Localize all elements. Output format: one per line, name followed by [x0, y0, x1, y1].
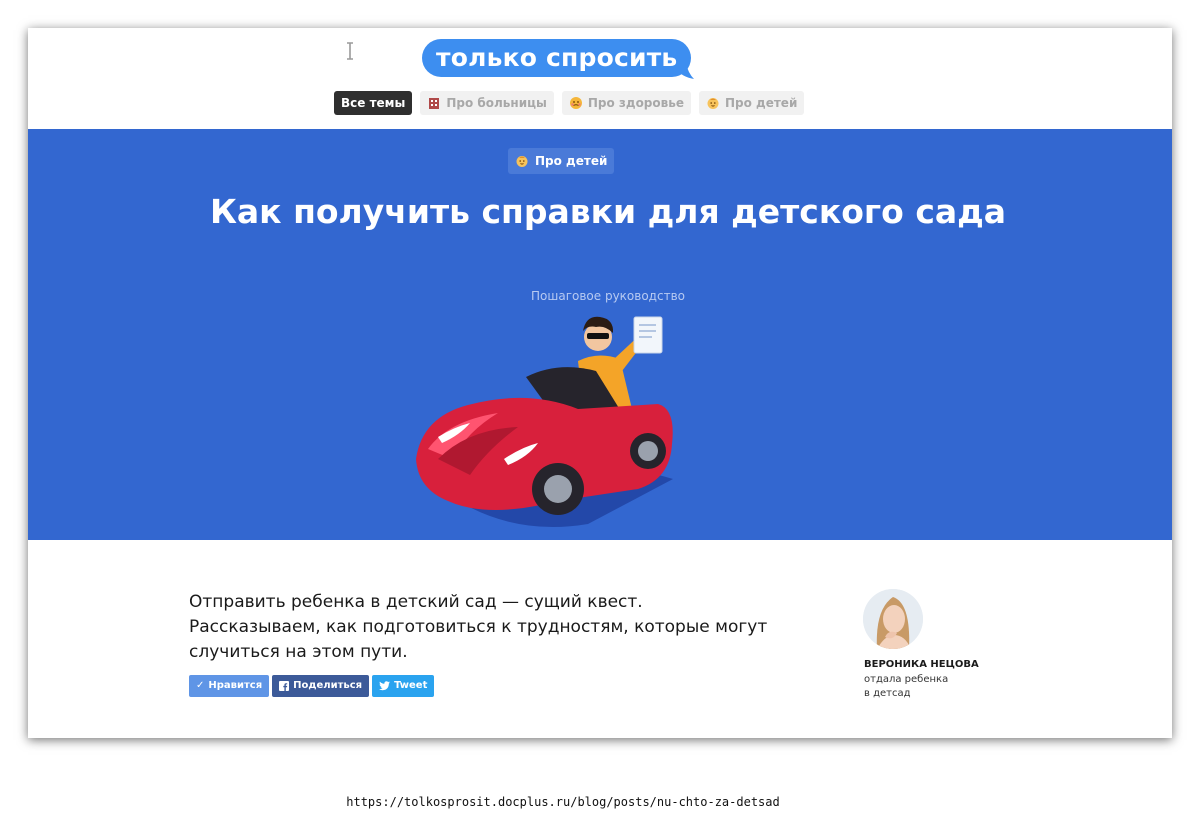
nav-label: Про больницы: [446, 96, 547, 110]
nav-label: Про детей: [724, 96, 798, 110]
site-logo[interactable]: только спросить: [422, 39, 692, 77]
article-title: Как получить справки для детского сада: [209, 192, 1007, 231]
article-intro: Отправить ребенка в детский сад — сущий …: [189, 590, 789, 665]
author-name: ВЕРОНИКА НЕЦОВА: [864, 659, 979, 670]
nav-label: Про здоровье: [587, 96, 684, 110]
twitter-icon: [379, 681, 391, 691]
baby-icon: [706, 96, 720, 110]
man-in-car-illustration: [416, 316, 673, 527]
tweet-button[interactable]: Tweet: [372, 675, 435, 697]
share-buttons: ✓ Нравится Поделиться Tweet: [189, 675, 435, 697]
hospital-icon: [427, 96, 441, 110]
sick-face-icon: [569, 96, 583, 110]
category-badge[interactable]: Про детей: [508, 148, 615, 174]
author-description: отдала ребенка в детсад: [864, 673, 984, 701]
article-subtitle: Пошаговое руководство: [531, 289, 685, 303]
text-cursor-icon: [347, 42, 353, 60]
hero-banner: Про детей Как получить справки для детск…: [28, 129, 1172, 540]
site-header: только спросить Все темы Про больницы Пр…: [28, 28, 1172, 129]
author-desc-line-2: в детсад: [864, 688, 911, 699]
facebook-icon: [279, 681, 290, 691]
author-avatar: [863, 589, 923, 649]
page-card: только спросить Все темы Про больницы Пр…: [28, 28, 1172, 738]
logo-bubble-tail: [676, 63, 694, 79]
baby-icon: [515, 154, 529, 168]
checkmark-icon: ✓: [196, 680, 205, 691]
tweet-label: Tweet: [394, 680, 428, 691]
topic-nav: Все темы Про больницы Про здоровье Про д…: [334, 91, 805, 115]
nav-hospitals[interactable]: Про больницы: [420, 91, 554, 115]
facebook-share-button[interactable]: Поделиться: [272, 675, 370, 697]
like-label: Нравится: [208, 680, 263, 691]
author-desc-line-1: отдала ребенка: [864, 674, 949, 685]
nav-all-topics[interactable]: Все темы: [334, 91, 413, 115]
nav-label: Все темы: [341, 96, 406, 110]
intro-line-2: Рассказываем, как подготовиться к трудно…: [189, 617, 768, 662]
page-url: https://tolkosprosit.docplus.ru/blog/pos…: [346, 795, 780, 809]
nav-kids[interactable]: Про детей: [698, 91, 805, 115]
like-button[interactable]: ✓ Нравится: [189, 675, 270, 697]
facebook-share-label: Поделиться: [293, 680, 363, 691]
category-badge-label: Про детей: [535, 154, 608, 168]
nav-health[interactable]: Про здоровье: [561, 91, 691, 115]
intro-line-1: Отправить ребенка в детский сад — сущий …: [189, 592, 643, 612]
